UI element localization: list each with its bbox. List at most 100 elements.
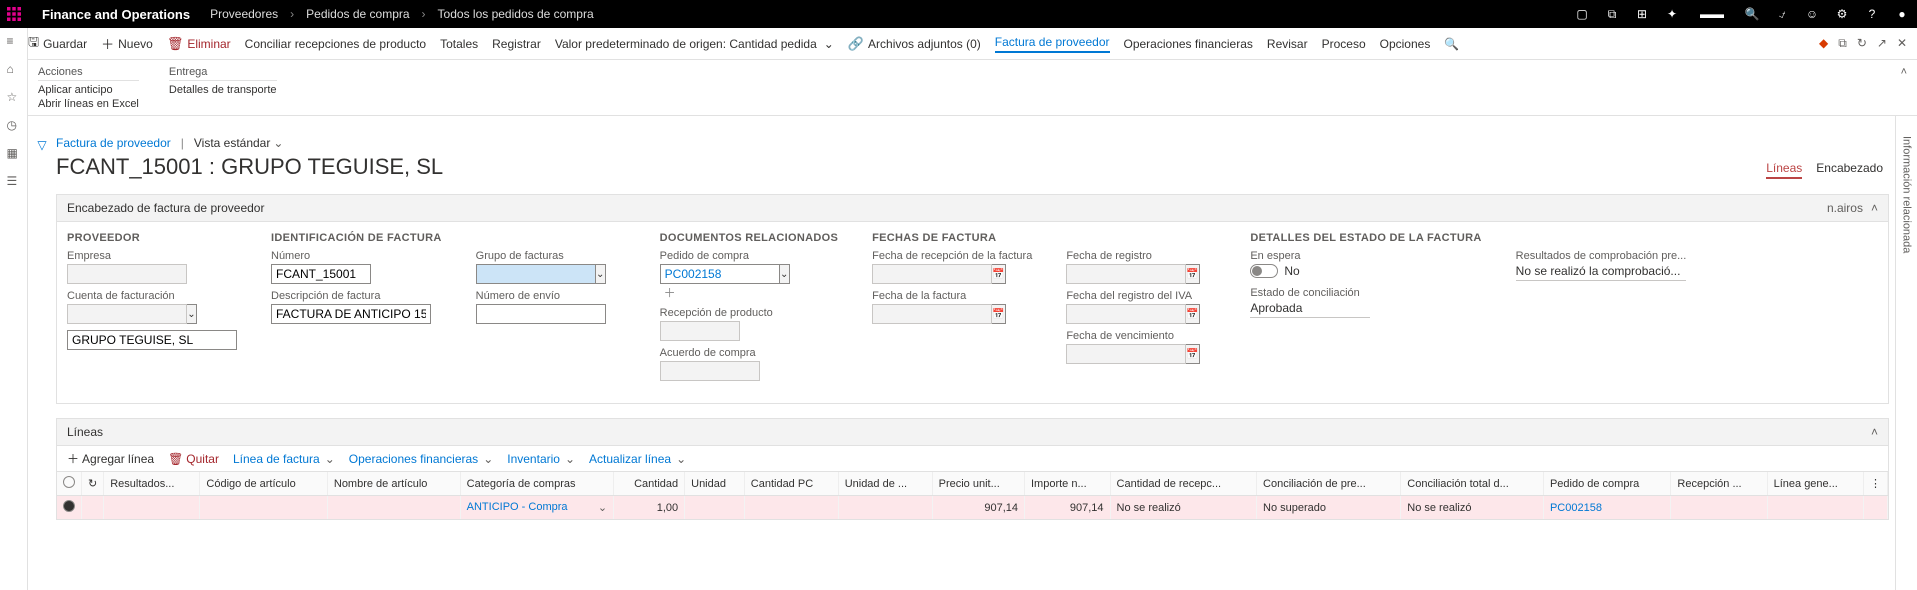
modules-icon[interactable]: ☰ bbox=[7, 174, 21, 188]
financial-ops-menu[interactable]: Operaciones financieras bbox=[349, 452, 493, 466]
breadcrumb-item[interactable]: Pedidos de compra bbox=[300, 7, 415, 21]
gear-icon[interactable]: ⚙ bbox=[1827, 0, 1857, 28]
col-receipt-qty[interactable]: Cantidad de recepc... bbox=[1110, 472, 1257, 496]
calendar-icon[interactable]: 📅 bbox=[992, 304, 1005, 324]
breadcrumb-item[interactable]: Proveedores bbox=[204, 7, 284, 21]
col-qty[interactable]: Cantidad bbox=[614, 472, 685, 496]
save-button[interactable]: 🖫Guardar bbox=[28, 33, 87, 55]
collapse-ribbon-icon[interactable]: ˄ bbox=[1901, 66, 1907, 109]
fasttab-header-header[interactable]: Encabezado de factura de proveedor n.air… bbox=[56, 194, 1889, 222]
col-results[interactable]: Resultados... bbox=[104, 472, 200, 496]
delete-button[interactable]: 🗑Eliminar bbox=[167, 36, 231, 52]
col-unit-of[interactable]: Unidad de ... bbox=[838, 472, 932, 496]
col-po[interactable]: Pedido de compra bbox=[1543, 472, 1670, 496]
calendar-icon[interactable]: 📅 bbox=[1186, 344, 1199, 364]
product-receipt-input[interactable] bbox=[660, 321, 740, 341]
presentation-icon[interactable]: ⧉ bbox=[1597, 0, 1627, 28]
close-icon[interactable]: ✕ bbox=[1897, 36, 1907, 51]
col-select[interactable] bbox=[57, 472, 82, 496]
totals-button[interactable]: Totales bbox=[440, 37, 478, 51]
new-button[interactable]: ＋Nuevo bbox=[101, 34, 153, 53]
due-date-input[interactable] bbox=[1066, 344, 1186, 364]
share-icon[interactable]: ↗ bbox=[1877, 36, 1887, 51]
col-total-match[interactable]: Conciliación total d... bbox=[1401, 472, 1544, 496]
view-selector[interactable]: Vista estándar bbox=[194, 136, 284, 150]
col-price-match[interactable]: Conciliación de pre... bbox=[1257, 472, 1401, 496]
fasttab-lines-header[interactable]: Líneas bbox=[56, 418, 1889, 446]
invoice-desc-input[interactable] bbox=[271, 304, 431, 324]
action-search-icon[interactable]: 🔍 bbox=[1444, 37, 1459, 51]
financial-ops-tab[interactable]: Operaciones financieras bbox=[1124, 37, 1253, 51]
menu-icon[interactable]: ≡ bbox=[7, 34, 21, 48]
row-selector[interactable] bbox=[63, 500, 75, 512]
vendor-invoice-view-link[interactable]: Factura de proveedor bbox=[56, 136, 171, 150]
col-refresh[interactable]: ↻ bbox=[82, 472, 104, 496]
invoice-line-menu[interactable]: Línea de factura bbox=[233, 452, 335, 466]
home-icon[interactable]: ⌂ bbox=[7, 62, 21, 76]
attachments-button[interactable]: 🔗Archivos adjuntos (0) bbox=[848, 36, 981, 52]
inventory-menu[interactable]: Inventario bbox=[507, 452, 575, 466]
po-input[interactable] bbox=[660, 264, 780, 284]
col-general-line[interactable]: Línea gene... bbox=[1767, 472, 1863, 496]
col-item-name[interactable]: Nombre de artículo bbox=[327, 472, 460, 496]
window-icon[interactable]: ▢ bbox=[1567, 0, 1597, 28]
user-avatar[interactable]: ● bbox=[1887, 0, 1917, 28]
calculator-icon[interactable]: ⊞ bbox=[1627, 0, 1657, 28]
col-more-icon[interactable]: ⋮ bbox=[1864, 472, 1888, 496]
col-receipt[interactable]: Recepción ... bbox=[1671, 472, 1767, 496]
vendor-invoice-tab[interactable]: Factura de proveedor bbox=[995, 35, 1110, 53]
default-from-button[interactable]: Valor predeterminado de origen: Cantidad… bbox=[555, 37, 834, 51]
smile-icon[interactable]: ☺ bbox=[1797, 0, 1827, 28]
process-tab[interactable]: Proceso bbox=[1322, 37, 1366, 51]
bell-icon[interactable]: ⍻ bbox=[1767, 0, 1797, 28]
on-hold-toggle[interactable] bbox=[1250, 264, 1278, 278]
options-tab[interactable]: Opciones bbox=[1380, 37, 1431, 51]
refresh-icon[interactable]: ↻ bbox=[1857, 36, 1867, 51]
reconcile-button[interactable]: Conciliar recepciones de producto bbox=[245, 37, 426, 51]
col-po-qty[interactable]: Cantidad PC bbox=[744, 472, 838, 496]
invoice-account-input[interactable] bbox=[67, 304, 187, 324]
calendar-icon[interactable]: 📅 bbox=[992, 264, 1005, 284]
invoice-date-input[interactable] bbox=[872, 304, 992, 324]
register-button[interactable]: Registrar bbox=[492, 37, 541, 51]
invoice-group-select[interactable] bbox=[476, 264, 596, 284]
row-category[interactable]: ANTICIPO - Compra bbox=[467, 501, 568, 513]
col-item-code[interactable]: Código de artículo bbox=[200, 472, 327, 496]
review-tab[interactable]: Revisar bbox=[1267, 37, 1308, 51]
search-icon[interactable]: 🔍 bbox=[1737, 0, 1767, 28]
workspace-icon[interactable]: ▦ bbox=[7, 146, 21, 160]
calendar-icon[interactable]: 📅 bbox=[1186, 264, 1199, 284]
shipment-number-input[interactable] bbox=[476, 304, 606, 324]
company-pill[interactable]: ▬▬ bbox=[1687, 0, 1737, 28]
tab-lines[interactable]: Líneas bbox=[1766, 159, 1802, 179]
add-line-button[interactable]: ＋Agregar línea bbox=[67, 450, 154, 467]
grid-row[interactable]: ANTICIPO - Compra ⌄ 1,00 907,14 907,14 N… bbox=[57, 496, 1888, 520]
filter-icon[interactable]: ▽ bbox=[37, 138, 46, 152]
dropdown-icon[interactable]: ⌄ bbox=[596, 264, 606, 284]
posting-date-input[interactable] bbox=[1066, 264, 1186, 284]
related-info-panel[interactable]: Información relacionada bbox=[1901, 136, 1913, 253]
col-purchase-category[interactable]: Categoría de compras bbox=[460, 472, 613, 496]
vat-date-input[interactable] bbox=[1066, 304, 1186, 324]
company-input[interactable] bbox=[67, 264, 187, 284]
col-unit[interactable]: Unidad bbox=[685, 472, 745, 496]
receive-date-input[interactable] bbox=[872, 264, 992, 284]
calendar-icon[interactable]: 📅 bbox=[1186, 304, 1199, 324]
diamond-warn-icon[interactable]: ◆ bbox=[1819, 36, 1828, 51]
update-line-menu[interactable]: Actualizar línea bbox=[589, 452, 686, 466]
add-po-icon[interactable]: ＋ bbox=[664, 286, 676, 300]
apply-prepayment-button[interactable]: Aplicar anticipo bbox=[38, 83, 139, 97]
breadcrumb-item[interactable]: Todos los pedidos de compra bbox=[432, 7, 600, 21]
help-icon[interactable]: ? bbox=[1857, 0, 1887, 28]
tab-header[interactable]: Encabezado bbox=[1816, 159, 1883, 179]
transport-details-button[interactable]: Detalles de transporte bbox=[169, 83, 277, 97]
open-lines-excel-button[interactable]: Abrir líneas en Excel bbox=[38, 97, 139, 111]
app-launcher-icon[interactable] bbox=[0, 0, 28, 28]
row-po-link[interactable]: PC002158 bbox=[1550, 502, 1602, 514]
collapse-icon[interactable] bbox=[1871, 425, 1878, 439]
collapse-icon[interactable] bbox=[1871, 201, 1878, 215]
remove-line-button[interactable]: 🗑Quitar bbox=[168, 452, 219, 466]
purchase-agreement-input[interactable] bbox=[660, 361, 760, 381]
favorite-icon[interactable]: ☆ bbox=[7, 90, 21, 104]
magic-icon[interactable]: ✦ bbox=[1657, 0, 1687, 28]
